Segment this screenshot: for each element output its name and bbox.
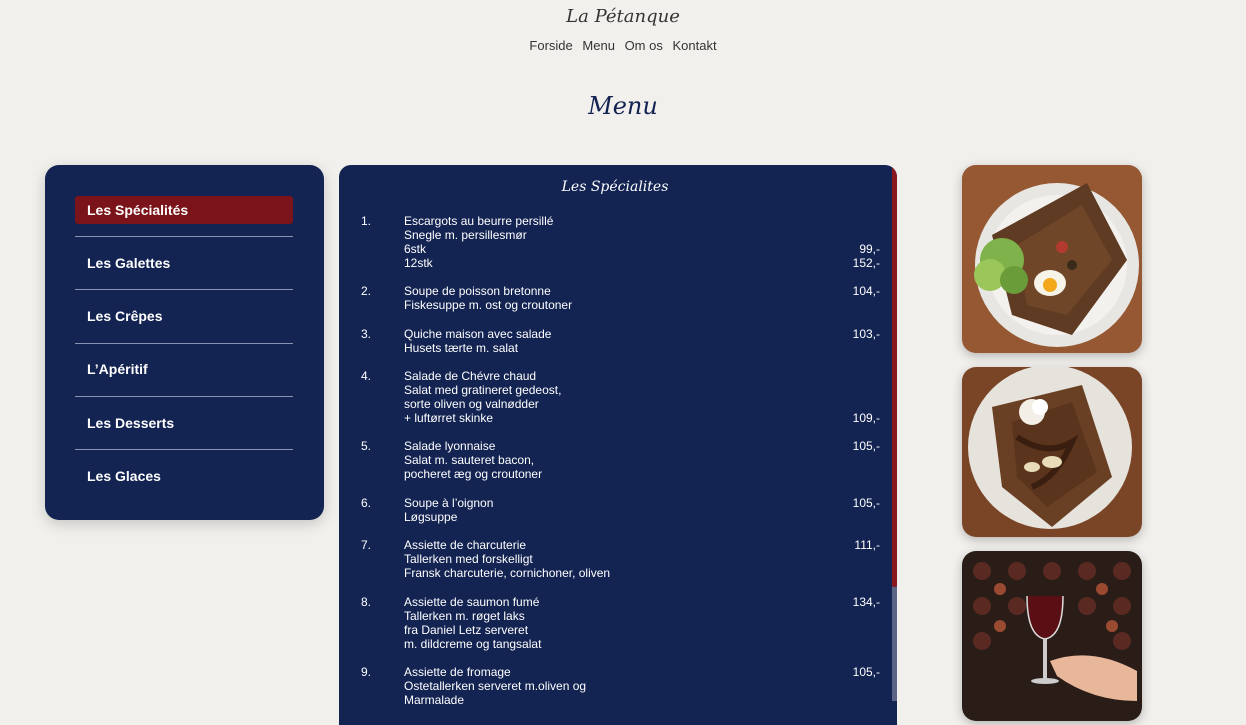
nav-kontakt[interactable]: Kontakt xyxy=(672,38,716,53)
menu-item-number: 3. xyxy=(361,327,372,341)
site-brand[interactable]: La Pétanque xyxy=(0,6,1246,27)
nav-forside[interactable]: Forside xyxy=(529,38,572,53)
menu-item-line: + luftørret skinke xyxy=(404,411,494,425)
menu-item-price: 105,- xyxy=(852,665,880,679)
menu-item-line: Ostetallerken serveret m.oliven og xyxy=(404,679,587,693)
menu-item-line: fra Daniel Letz serveret xyxy=(404,623,529,637)
nav-menu[interactable]: Menu xyxy=(582,38,615,53)
galette-photo xyxy=(962,165,1142,353)
menu-item-price: 105,- xyxy=(852,496,880,510)
sidebar-divider xyxy=(75,449,293,450)
menu-item-line: Fiskesuppe m. ost og croutoner xyxy=(404,298,573,312)
menu-item-line: Løgsuppe xyxy=(404,510,458,524)
menu-item-line: Assiette de saumon fumé xyxy=(404,595,540,609)
sidebar-item-desserts[interactable]: Les Desserts xyxy=(75,409,293,437)
sidebar-item-glaces[interactable]: Les Glaces xyxy=(75,462,293,490)
menu-item-line: Escargots au beurre persillé xyxy=(404,214,554,228)
menu-item-number: 5. xyxy=(361,439,372,453)
menu-item-number: 8. xyxy=(361,595,372,609)
menu-section-heading: Les Spécialites xyxy=(561,179,669,195)
sidebar-divider xyxy=(75,236,293,237)
menu-item-line: Husets tærte m. salat xyxy=(404,341,519,355)
menu-item-line: Soupe de poisson bretonne xyxy=(404,284,551,298)
menu-item-price: 152,- xyxy=(852,256,880,270)
top-nav: Forside Menu Om os Kontakt xyxy=(0,38,1246,53)
page-title: Menu xyxy=(588,92,658,120)
menu-item-line: sorte oliven og valnødder xyxy=(404,397,539,411)
menu-item-line: 12stk xyxy=(404,256,433,270)
category-sidebar: Les Spécialités Les Galettes Les Crêpes … xyxy=(45,165,324,520)
menu-item-line: Fransk charcuterie, cornichoner, oliven xyxy=(404,566,611,580)
menu-panel[interactable]: Les Spécialites 1. Escargots au beurre p… xyxy=(339,165,897,725)
menu-item-price: 105,- xyxy=(852,439,880,453)
menu-item-line: Salade de Chévre chaud xyxy=(404,369,537,383)
crepe-photo xyxy=(962,367,1142,537)
menu-item-number: 4. xyxy=(361,369,372,383)
sidebar-divider xyxy=(75,343,293,344)
menu-item-line: Assiette de fromage xyxy=(404,665,511,679)
menu-item-price: 111,- xyxy=(854,538,880,552)
menu-item-price: 99,- xyxy=(859,242,880,256)
menu-item-line: Assiette de charcuterie xyxy=(404,538,527,552)
nav-om-os[interactable]: Om os xyxy=(625,38,663,53)
menu-item-line: Salat m. sauteret bacon, xyxy=(404,453,535,467)
menu-scrollbar-thumb[interactable] xyxy=(892,165,897,587)
menu-item-number: 2. xyxy=(361,284,372,298)
menu-item-price: 109,- xyxy=(852,411,880,425)
sidebar-divider xyxy=(75,396,293,397)
menu-item-price: 134,- xyxy=(852,595,880,609)
menu-item-number: 9. xyxy=(361,665,372,679)
sidebar-divider xyxy=(75,289,293,290)
menu-item-line: Snegle m. persillesmør xyxy=(404,228,527,242)
menu-scrollbar[interactable] xyxy=(892,165,897,701)
sidebar-item-galettes[interactable]: Les Galettes xyxy=(75,249,293,277)
menu-item-line: m. dildcreme og tangsalat xyxy=(404,637,542,651)
menu-item-line: Quiche maison avec salade xyxy=(404,327,552,341)
menu-item-line: 6stk xyxy=(404,242,427,256)
menu-item-number: 6. xyxy=(361,496,372,510)
sidebar-item-crepes[interactable]: Les Crêpes xyxy=(75,302,293,330)
menu-item-line: pocheret æg og croutoner xyxy=(404,467,543,481)
menu-item-number: 7. xyxy=(361,538,372,552)
wine-photo xyxy=(962,551,1142,721)
sidebar-item-aperitif[interactable]: L’Apéritif xyxy=(75,355,293,383)
menu-item-line: Tallerken m. røget laks xyxy=(404,609,525,623)
menu-item-line: Salade lyonnaise xyxy=(404,439,496,453)
sidebar-item-specialites[interactable]: Les Spécialités xyxy=(75,196,293,224)
menu-item-number: 1. xyxy=(361,214,372,228)
menu-item-price: 103,- xyxy=(852,327,880,341)
menu-item-line: Soupe à l’oignon xyxy=(404,496,494,510)
menu-item-line: Salat med gratineret gedeost, xyxy=(404,383,562,397)
menu-item-line: Tallerken med forskelligt xyxy=(404,552,533,566)
menu-item-price: 104,- xyxy=(852,284,880,298)
